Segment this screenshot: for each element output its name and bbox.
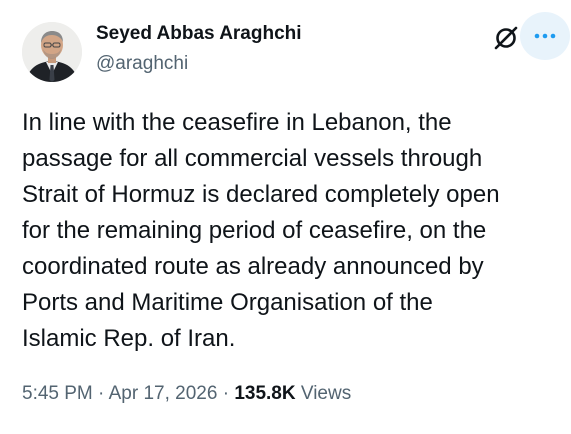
tweet-card: Seyed Abbas Araghchi @araghchi In line w… [0,0,571,434]
handle[interactable]: @araghchi [96,52,302,76]
views-label: Views [300,383,352,404]
tweet-date[interactable]: Apr 17, 2026 [109,383,218,404]
meta-separator: · [92,383,109,404]
author-info: Seyed Abbas Araghchi @araghchi [96,22,302,76]
more-horizontal-icon [534,33,556,39]
avatar[interactable] [22,22,82,82]
grok-button[interactable] [490,22,522,54]
tweet-meta: 5:45 PM · Apr 17, 2026 · 135.8K Views [22,382,351,406]
profile-photo [22,22,82,82]
display-name[interactable]: Seyed Abbas Araghchi [96,22,302,46]
grok-icon [494,26,518,50]
more-options-button[interactable] [520,12,570,60]
views-count[interactable]: 135.8K [234,383,295,404]
tweet-text: In line with the ceasefire in Lebanon, t… [22,109,500,352]
meta-separator: · [217,383,235,404]
tweet-time[interactable]: 5:45 PM [22,383,93,404]
